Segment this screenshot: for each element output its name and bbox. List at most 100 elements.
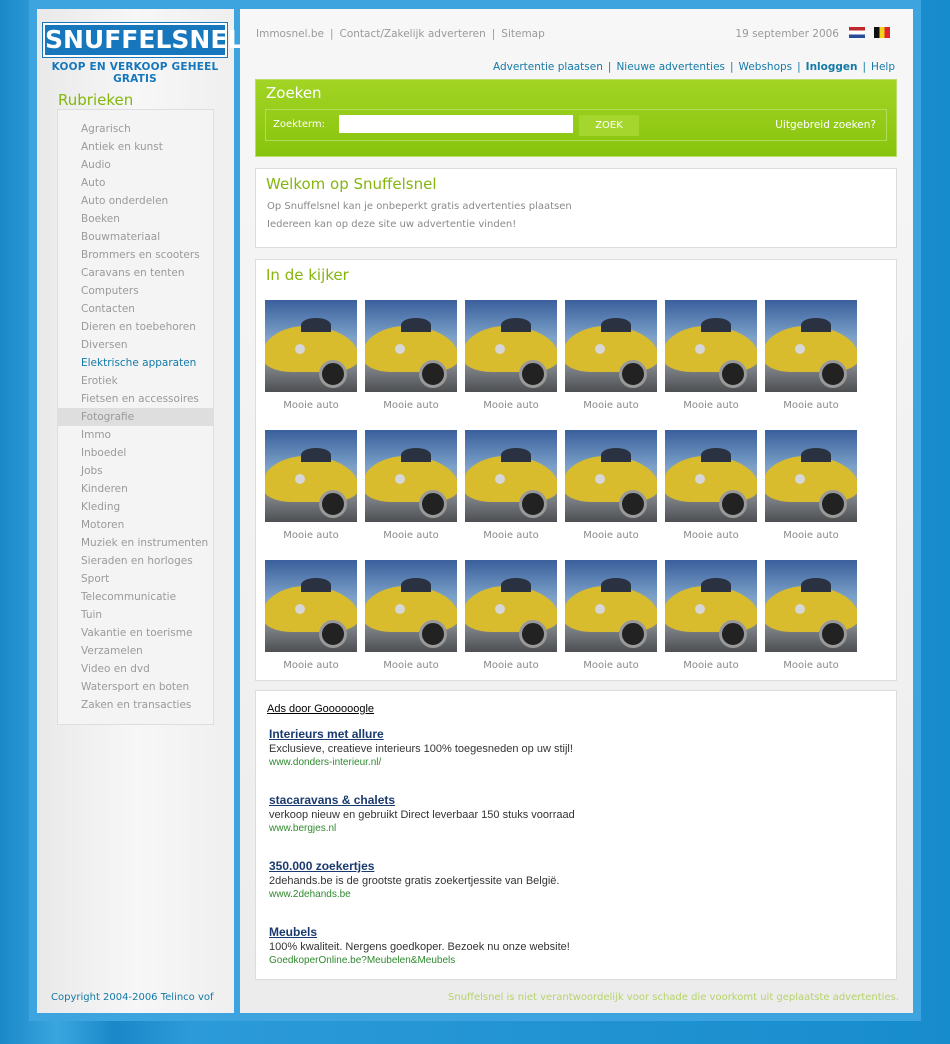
search-button[interactable]: ZOEK xyxy=(579,115,639,136)
car-photo[interactable] xyxy=(565,430,657,522)
featured-item[interactable]: Mooie auto xyxy=(565,560,657,671)
category-item[interactable]: Boeken xyxy=(58,210,213,228)
category-item[interactable]: Caravans en tenten xyxy=(58,264,213,282)
category-item[interactable]: Jobs xyxy=(58,462,213,480)
ad-url[interactable]: www.bergjes.nl xyxy=(269,823,575,834)
featured-item[interactable]: Mooie auto xyxy=(465,430,557,541)
category-item[interactable]: Vakantie en toerisme xyxy=(58,624,213,642)
nav-inloggen[interactable]: Inloggen xyxy=(806,61,858,73)
featured-label[interactable]: Mooie auto xyxy=(565,400,657,411)
search-input[interactable] xyxy=(339,115,573,133)
ad-title-link[interactable]: stacaravans & chalets xyxy=(269,793,575,807)
category-item[interactable]: Brommers en scooters xyxy=(58,246,213,264)
car-photo[interactable] xyxy=(265,560,357,652)
featured-item[interactable]: Mooie auto xyxy=(765,560,857,671)
category-item[interactable]: Fietsen en accessoires xyxy=(58,390,213,408)
ad-url[interactable]: GoedkoperOnline.be?Meubelen&Meubels xyxy=(269,955,570,966)
car-photo[interactable] xyxy=(665,430,757,522)
nav-nieuwe-advertenties[interactable]: Nieuwe advertenties xyxy=(616,61,725,73)
category-item[interactable]: Sport xyxy=(58,570,213,588)
category-item[interactable]: Erotiek xyxy=(58,372,213,390)
car-photo[interactable] xyxy=(665,300,757,392)
featured-label[interactable]: Mooie auto xyxy=(665,660,757,671)
ad-url[interactable]: www.2dehands.be xyxy=(269,889,559,900)
featured-label[interactable]: Mooie auto xyxy=(465,530,557,541)
category-item[interactable]: Video en dvd xyxy=(58,660,213,678)
nav-advertentie-plaatsen[interactable]: Advertentie plaatsen xyxy=(493,61,603,73)
category-item[interactable]: Inboedel xyxy=(58,444,213,462)
dutch-flag-icon[interactable] xyxy=(849,27,865,38)
category-item[interactable]: Agrarisch xyxy=(58,120,213,138)
belgian-flag-icon[interactable] xyxy=(874,27,890,38)
featured-item[interactable]: Mooie auto xyxy=(365,430,457,541)
featured-label[interactable]: Mooie auto xyxy=(565,660,657,671)
ad-title-link[interactable]: Meubels xyxy=(269,925,570,939)
category-item[interactable]: Sieraden en horloges xyxy=(58,552,213,570)
car-photo[interactable] xyxy=(565,300,657,392)
category-item[interactable]: Muziek en instrumenten xyxy=(58,534,213,552)
featured-label[interactable]: Mooie auto xyxy=(365,660,457,671)
car-photo[interactable] xyxy=(765,300,857,392)
category-item[interactable]: Watersport en boten xyxy=(58,678,213,696)
featured-label[interactable]: Mooie auto xyxy=(665,400,757,411)
featured-item[interactable]: Mooie auto xyxy=(365,300,457,411)
featured-item[interactable]: Mooie auto xyxy=(265,430,357,541)
category-item[interactable]: Fotografie xyxy=(58,408,213,426)
category-item[interactable]: Computers xyxy=(58,282,213,300)
featured-item[interactable]: Mooie auto xyxy=(265,560,357,671)
category-item[interactable]: Diversen xyxy=(58,336,213,354)
featured-item[interactable]: Mooie auto xyxy=(765,300,857,411)
category-item[interactable]: Immo xyxy=(58,426,213,444)
featured-item[interactable]: Mooie auto xyxy=(465,560,557,671)
ad-url[interactable]: www.donders-interieur.nl/ xyxy=(269,757,573,768)
ads-header[interactable]: Ads door Goooooogle xyxy=(267,703,374,715)
nav-help[interactable]: Help xyxy=(871,61,895,73)
ad-title-link[interactable]: 350.000 zoekertjes xyxy=(269,859,559,873)
car-photo[interactable] xyxy=(465,300,557,392)
car-photo[interactable] xyxy=(365,560,457,652)
featured-label[interactable]: Mooie auto xyxy=(465,660,557,671)
featured-label[interactable]: Mooie auto xyxy=(265,400,357,411)
featured-label[interactable]: Mooie auto xyxy=(365,400,457,411)
category-item[interactable]: Telecommunicatie xyxy=(58,588,213,606)
car-photo[interactable] xyxy=(265,430,357,522)
car-photo[interactable] xyxy=(465,430,557,522)
category-item[interactable]: Zaken en transacties xyxy=(58,696,213,714)
category-item[interactable]: Bouwmateriaal xyxy=(58,228,213,246)
car-photo[interactable] xyxy=(565,560,657,652)
featured-item[interactable]: Mooie auto xyxy=(665,560,757,671)
category-item[interactable]: Motoren xyxy=(58,516,213,534)
car-photo[interactable] xyxy=(765,430,857,522)
featured-label[interactable]: Mooie auto xyxy=(765,530,857,541)
category-item[interactable]: Dieren en toebehoren xyxy=(58,318,213,336)
featured-label[interactable]: Mooie auto xyxy=(265,530,357,541)
featured-label[interactable]: Mooie auto xyxy=(365,530,457,541)
featured-item[interactable]: Mooie auto xyxy=(365,560,457,671)
top-nav-immosnel[interactable]: Immosnel.be xyxy=(256,28,324,40)
featured-label[interactable]: Mooie auto xyxy=(265,660,357,671)
car-photo[interactable] xyxy=(765,560,857,652)
category-item[interactable]: Elektrische apparaten xyxy=(58,354,213,372)
top-nav-sitemap[interactable]: Sitemap xyxy=(501,28,545,40)
featured-label[interactable]: Mooie auto xyxy=(765,400,857,411)
car-photo[interactable] xyxy=(465,560,557,652)
advanced-search-link[interactable]: Uitgebreid zoeken? xyxy=(775,119,876,131)
car-photo[interactable] xyxy=(265,300,357,392)
featured-label[interactable]: Mooie auto xyxy=(665,530,757,541)
featured-item[interactable]: Mooie auto xyxy=(665,300,757,411)
nav-webshops[interactable]: Webshops xyxy=(739,61,793,73)
featured-item[interactable]: Mooie auto xyxy=(765,430,857,541)
category-item[interactable]: Auto onderdelen xyxy=(58,192,213,210)
featured-label[interactable]: Mooie auto xyxy=(465,400,557,411)
category-item[interactable]: Verzamelen xyxy=(58,642,213,660)
car-photo[interactable] xyxy=(365,430,457,522)
category-item[interactable]: Audio xyxy=(58,156,213,174)
category-item[interactable]: Contacten xyxy=(58,300,213,318)
featured-item[interactable]: Mooie auto xyxy=(565,430,657,541)
category-item[interactable]: Tuin xyxy=(58,606,213,624)
category-item[interactable]: Antiek en kunst xyxy=(58,138,213,156)
featured-item[interactable]: Mooie auto xyxy=(565,300,657,411)
featured-label[interactable]: Mooie auto xyxy=(765,660,857,671)
featured-item[interactable]: Mooie auto xyxy=(265,300,357,411)
featured-item[interactable]: Mooie auto xyxy=(665,430,757,541)
